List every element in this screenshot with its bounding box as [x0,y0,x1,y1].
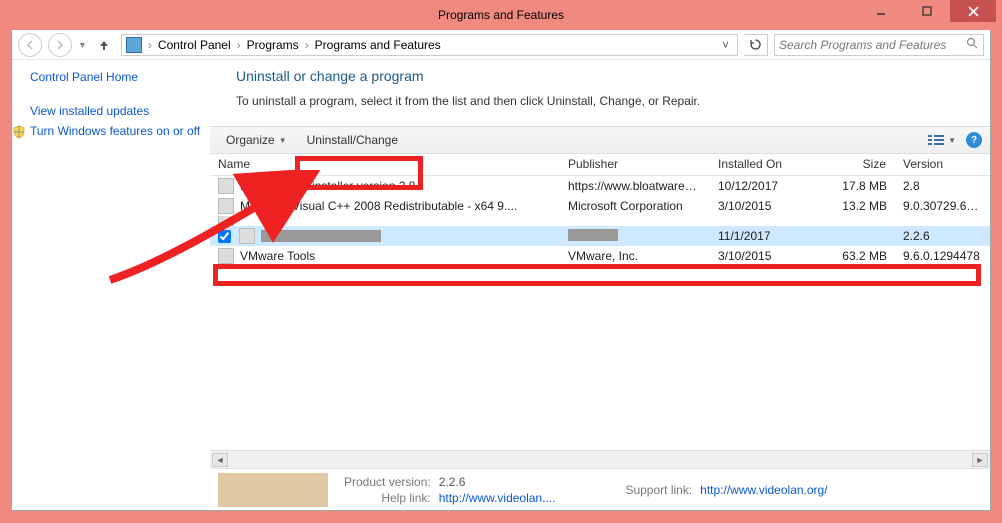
column-header-name[interactable]: Name [210,154,560,175]
list-toolbar: Organize ▼ Uninstall/Change ▼ ? [210,126,990,154]
shield-icon [12,125,26,139]
maximize-button[interactable] [904,0,950,22]
view-installed-updates-link[interactable]: View installed updates [30,104,202,118]
up-button[interactable] [93,34,115,56]
table-row[interactable]: Bloatware Uninstaller version 2.8 https:/… [210,176,990,196]
scroll-left-button[interactable]: ◄ [212,453,228,467]
column-header-version[interactable]: Version [895,154,990,175]
table-row[interactable]: VMware Tools VMware, Inc.3/10/201563.2 MB… [210,246,990,266]
window-frame: Programs and Features ▼ [0,0,1002,523]
turn-windows-features-link[interactable]: Turn Windows features on or off [30,124,202,138]
installed-cell: 10/12/2017 [710,179,810,193]
refresh-button[interactable] [744,34,768,56]
breadcrumb-item[interactable]: Programs [247,38,299,52]
breadcrumb-item[interactable]: Control Panel [158,38,231,52]
body: Control Panel Home View installed update… [12,60,990,510]
organize-button[interactable]: Organize ▼ [218,130,295,150]
search-box[interactable] [774,34,984,56]
main-header: Uninstall or change a program To uninsta… [210,60,990,126]
breadcrumb-bar[interactable]: › Control Panel › Programs › Programs an… [121,34,738,56]
program-list: Name Publisher Installed On Size Version… [210,154,990,510]
button-label: Uninstall/Change [307,133,398,147]
caption-buttons [858,0,996,22]
installed-cell: 3/10/2015 [710,199,810,213]
recent-dropdown[interactable]: ▼ [78,40,87,50]
version-cell: 9.0.30729.6161 [895,199,990,213]
breadcrumb-history-dropdown[interactable]: ˅ [718,38,733,52]
table-row[interactable]: 11/1/2017 2.2.6 [210,226,990,246]
program-icon [218,248,234,264]
help-link[interactable]: http://www.videolan.... [439,491,556,505]
table-row[interactable]: Microsoft Visual C++ 2008 Redistributabl… [210,196,990,216]
back-button[interactable] [18,33,42,57]
help-link-label: Help link: [344,491,431,505]
column-header-publisher[interactable]: Publisher [560,154,710,175]
control-panel-icon [126,37,142,53]
link-label: Turn Windows features on or off [30,124,200,138]
column-header-size[interactable]: Size [810,154,895,175]
program-icon [239,228,255,244]
search-icon[interactable] [966,37,979,53]
uninstall-change-button[interactable]: Uninstall/Change [299,130,406,150]
product-version-label: Product version: [344,475,431,489]
program-name: VMware Tools [240,249,315,263]
minimize-button[interactable] [858,0,904,22]
support-link-label: Support link: [625,483,692,497]
forward-button[interactable] [48,33,72,57]
publisher-cell: VMware, Inc. [560,249,710,263]
publisher-cell: Microsoft Corporation [560,199,710,213]
button-label: Organize [226,133,275,147]
publisher-cell [560,229,710,244]
version-cell: 9.6.0.1294478 [895,249,990,263]
breadcrumb-item[interactable]: Programs and Features [315,38,441,52]
chevron-down-icon: ▼ [279,136,287,145]
row-checkbox[interactable] [218,230,231,243]
publisher-cell: https://www.bloatwareuninstall... [560,179,710,193]
program-thumbnail [218,473,328,507]
column-header-installed[interactable]: Installed On [710,154,810,175]
page-description: To uninstall a program, select it from t… [236,94,974,108]
client-area: ▼ › Control Panel › Programs › Programs … [11,30,991,511]
support-link[interactable]: http://www.videolan.org/ [700,483,827,497]
page-title: Uninstall or change a program [236,68,974,84]
chevron-right-icon[interactable]: › [146,38,154,52]
left-nav: Control Panel Home View installed update… [12,60,210,510]
redacted-text [261,230,381,242]
close-button[interactable] [950,0,996,22]
program-name: Microsoft Visual C++ 2008 Redistributabl… [240,199,517,213]
main-panel: Uninstall or change a program To uninsta… [210,60,990,510]
program-icon [218,198,234,214]
scroll-right-button[interactable]: ► [972,453,988,467]
size-cell: 17.8 MB [810,179,895,193]
version-cell: 2.2.6 [895,229,990,243]
rows-container: Bloatware Uninstaller version 2.8 https:/… [210,176,990,450]
horizontal-scrollbar[interactable]: ◄ ► [210,450,990,468]
help-button[interactable]: ? [966,132,982,148]
search-input[interactable] [779,38,966,52]
details-pane: Product version: 2.2.6 Help link: http:/… [210,468,990,510]
view-options-button[interactable]: ▼ [928,134,956,146]
program-icon [218,178,234,194]
control-panel-home-link[interactable]: Control Panel Home [30,70,202,84]
version-cell: 2.8 [895,179,990,193]
window-title: Programs and Features [438,8,564,22]
program-name: Bloatware Uninstaller version 2.8 [240,179,415,193]
program-icon [218,216,234,226]
column-headers: Name Publisher Installed On Size Version [210,154,990,176]
titlebar[interactable]: Programs and Features [0,0,1002,30]
installed-cell: 3/10/2015 [710,249,810,263]
product-version-value: 2.2.6 [439,475,556,489]
table-row[interactable] [210,216,990,226]
chevron-down-icon: ▼ [948,136,956,145]
size-cell: 13.2 MB [810,199,895,213]
nav-toolbar: ▼ › Control Panel › Programs › Programs … [12,30,990,60]
chevron-right-icon[interactable]: › [303,38,311,52]
chevron-right-icon[interactable]: › [235,38,243,52]
installed-cell: 11/1/2017 [710,229,810,243]
size-cell: 63.2 MB [810,249,895,263]
